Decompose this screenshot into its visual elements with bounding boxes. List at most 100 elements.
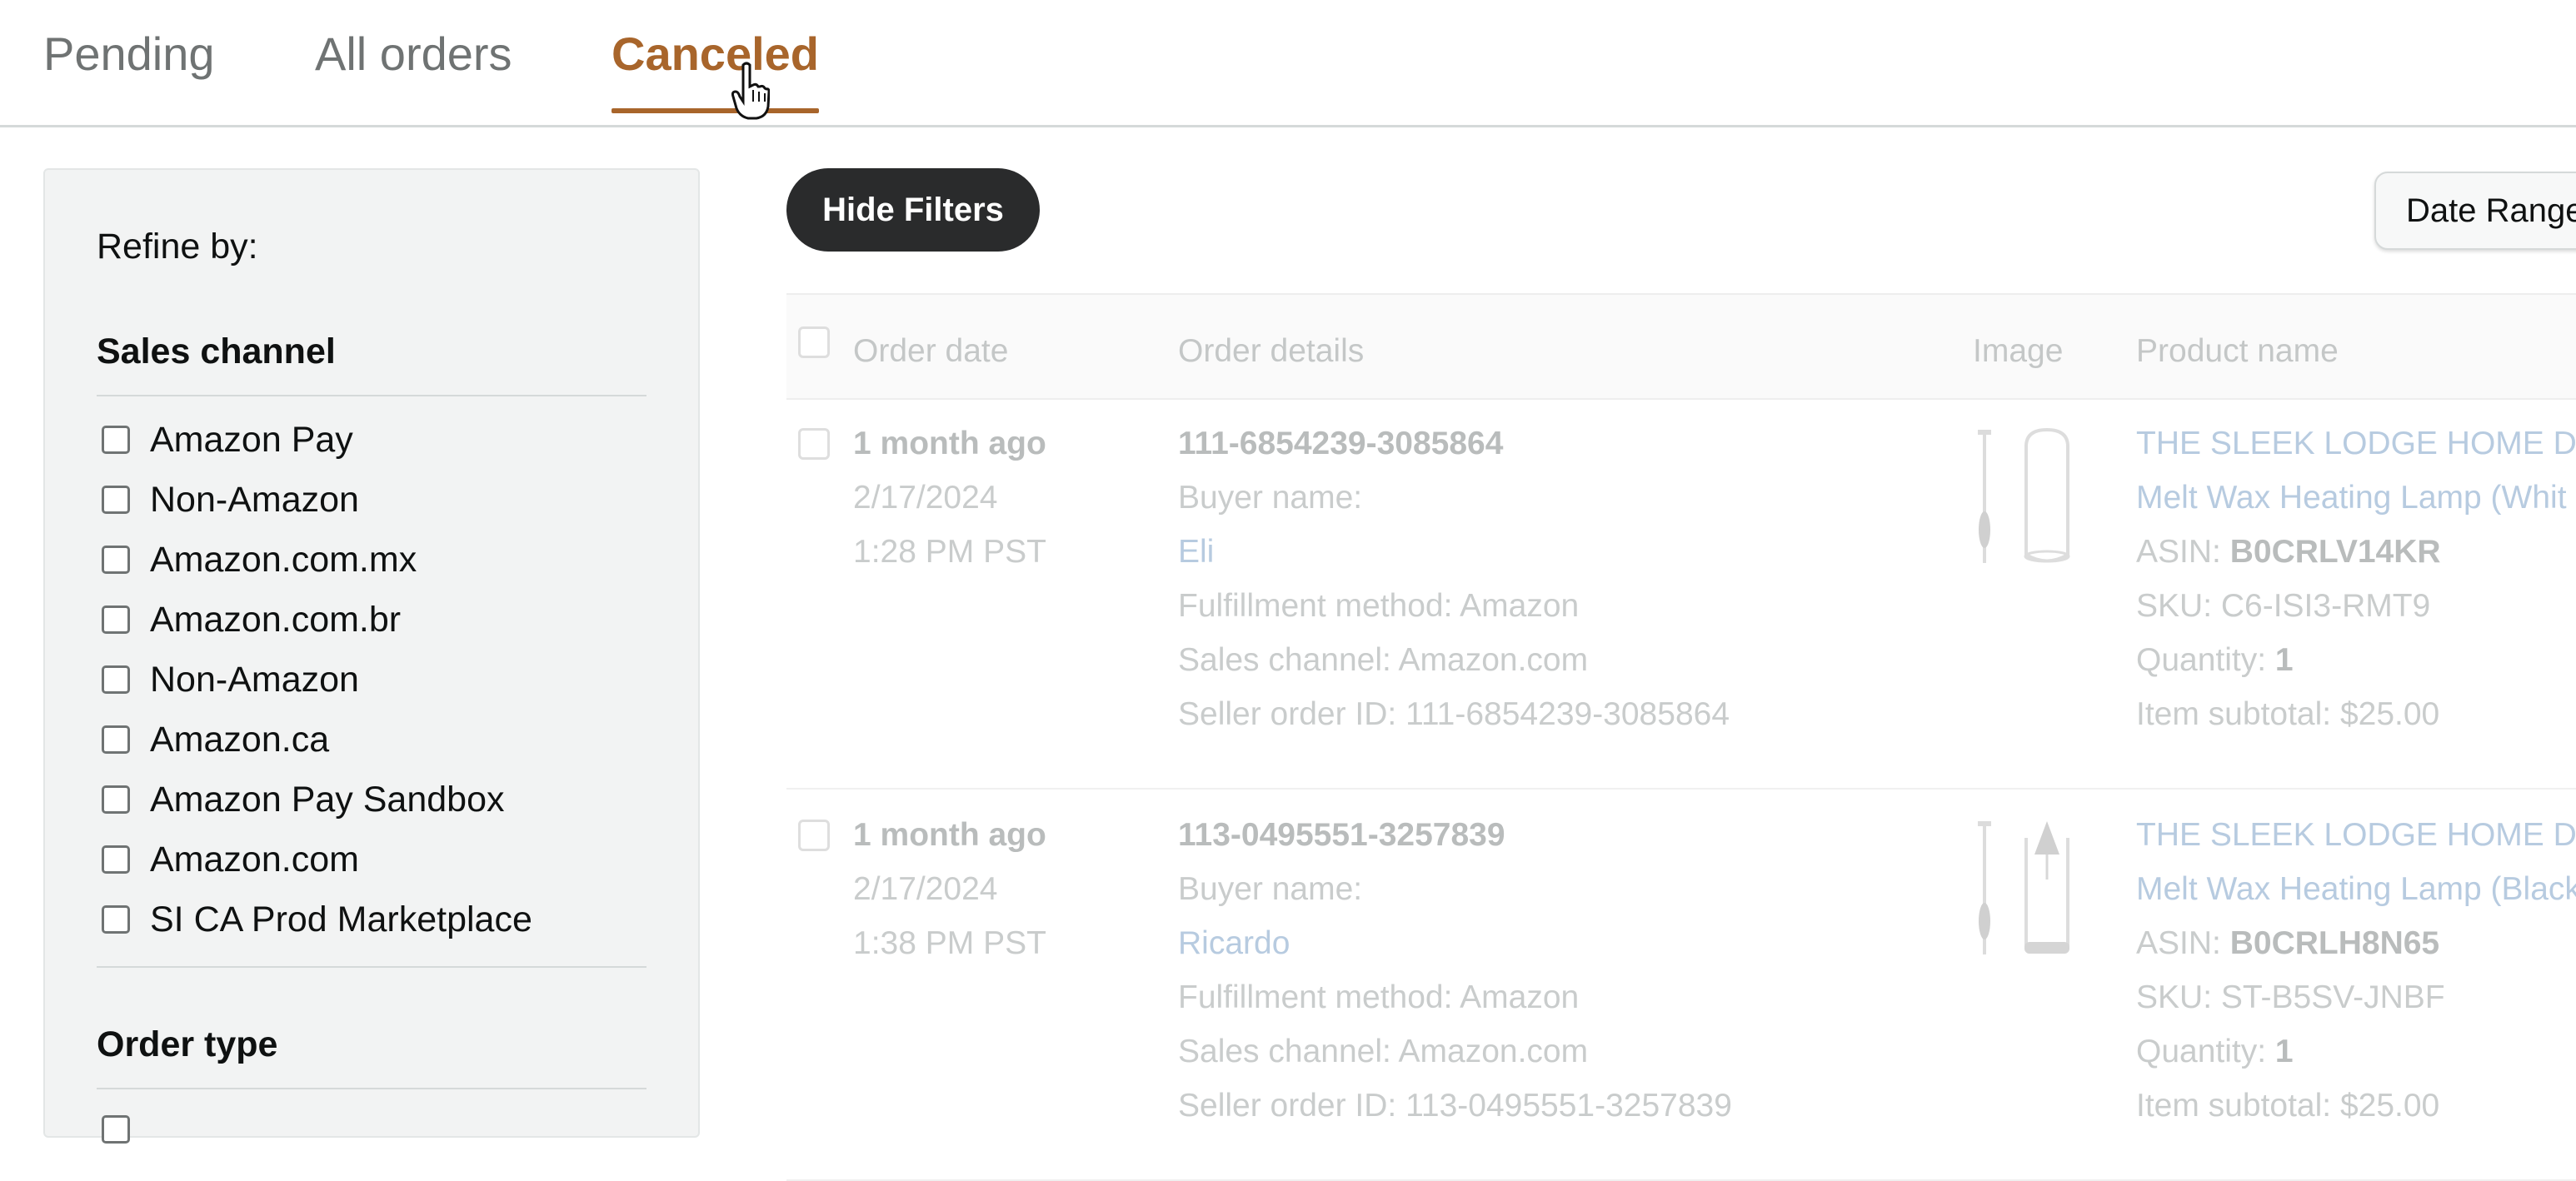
sales-channel: Sales channel: Amazon.com — [1178, 1034, 1589, 1069]
asin-label: ASIN: — [2136, 534, 2221, 570]
checkbox[interactable] — [102, 486, 130, 514]
order-id-link[interactable]: 113-0495551-3257839 — [1178, 808, 1732, 862]
sku: SKU: ST-B5SV-JNBF — [2136, 979, 2445, 1015]
buyer-name-link[interactable]: Eli — [1178, 525, 1730, 579]
product-title-link[interactable]: THE SLEEK LODGE HOME DEC — [2136, 416, 2576, 471]
asin-line: ASIN: B0CRLH8N65 — [2136, 916, 2576, 970]
filter-sidebar: Refine by: Sales channel Amazon Pay Non-… — [43, 168, 700, 1144]
filter-option-label: Amazon Pay Sandbox — [150, 779, 505, 820]
tab-all-orders[interactable]: All orders — [315, 25, 512, 108]
filter-option-amazon-com-mx[interactable]: Amazon.com.mx — [102, 535, 417, 585]
filter-option-label: Non-Amazon — [150, 659, 359, 700]
table-row: 1 month ago 2/17/2024 1:38 PM PST 113-04… — [786, 788, 2576, 1181]
divider — [97, 966, 646, 968]
sales-channel: Sales channel: Amazon.com — [1178, 642, 1589, 678]
fulfillment-method: Fulfillment method: Amazon — [1178, 979, 1580, 1015]
order-id-link[interactable]: 111-6854239-3085864 — [1178, 416, 1730, 471]
filter-option-amazon-com-br[interactable]: Amazon.com.br — [102, 595, 401, 645]
buyer-label: Buyer name: — [1178, 871, 1363, 907]
filter-option-label: SI CA Prod Marketplace — [150, 899, 532, 939]
filter-option-amazon-ca[interactable]: Amazon.ca — [102, 715, 329, 765]
quantity-line: Quantity: 1 — [2136, 1024, 2576, 1079]
select-all-checkbox[interactable] — [798, 326, 830, 358]
checkbox[interactable] — [102, 1115, 130, 1144]
column-header-order-details[interactable]: Order details — [1178, 333, 1364, 370]
table-row: 1 month ago 2/17/2024 1:28 PM PST 111-68… — [786, 396, 2576, 790]
checkbox[interactable] — [102, 785, 130, 814]
asin-value: B0CRLH8N65 — [2229, 925, 2440, 961]
order-details-cell: 113-0495551-3257839 Buyer name: Ricardo … — [1178, 808, 1732, 1133]
order-time: 1:28 PM PST — [853, 534, 1046, 570]
filter-option-label: Non-Amazon — [150, 479, 359, 520]
product-cell: THE SLEEK LODGE HOME DEC Melt Wax Heatin… — [2136, 808, 2576, 1133]
fulfillment-method: Fulfillment method: Amazon — [1178, 588, 1580, 624]
asin-line: ASIN: B0CRLV14KR — [2136, 525, 2576, 579]
checkbox[interactable] — [102, 845, 130, 874]
buyer-name-link[interactable]: Ricardo — [1178, 916, 1732, 970]
checkbox[interactable] — [102, 546, 130, 574]
filter-option-label: Amazon Pay — [150, 419, 353, 460]
table-header: Order date Order details Image Product n… — [786, 293, 2576, 400]
filter-option-amazon-com[interactable]: Amazon.com — [102, 835, 359, 885]
column-header-image: Image — [1973, 333, 2064, 369]
seller-order-id: Seller order ID: 111-6854239-3085864 — [1178, 696, 1730, 732]
quantity-value: 1 — [2274, 1034, 2294, 1069]
filter-option-amazon-pay-sandbox[interactable]: Amazon Pay Sandbox — [102, 775, 505, 825]
hide-filters-button[interactable]: Hide Filters — [786, 168, 1040, 252]
filter-option-order-type[interactable] — [102, 1104, 150, 1154]
order-type-heading: Order type — [97, 1024, 278, 1064]
column-header-product-name[interactable]: Product name — [2136, 333, 2339, 370]
product-subtitle[interactable]: Melt Wax Heating Lamp (Whit — [2136, 471, 2576, 525]
product-title-link[interactable]: THE SLEEK LODGE HOME DEC — [2136, 808, 2576, 862]
product-image[interactable] — [1959, 813, 2084, 979]
orders-table: Order date Order details Image Product n… — [786, 293, 2576, 1181]
quantity-value: 1 — [2274, 642, 2294, 678]
column-header-order-date[interactable]: Order date — [853, 333, 1008, 370]
quantity-label: Quantity: — [2136, 642, 2267, 678]
checkbox[interactable] — [102, 426, 130, 454]
sku: SKU: C6-ISI3-RMT9 — [2136, 588, 2431, 624]
checkbox[interactable] — [102, 725, 130, 754]
filter-option-label: Amazon.ca — [150, 719, 330, 760]
filter-option-label: Amazon.com.mx — [150, 539, 417, 580]
checkbox[interactable] — [102, 605, 130, 634]
filter-option-si-ca-prod-marketplace[interactable]: SI CA Prod Marketplace — [102, 894, 532, 944]
divider — [97, 1088, 646, 1089]
filter-option-non-amazon[interactable]: Non-Amazon — [102, 475, 359, 525]
item-subtotal: Item subtotal: $25.00 — [2136, 1088, 2440, 1124]
quantity-label: Quantity: — [2136, 1034, 2267, 1069]
order-date-cell: 1 month ago 2/17/2024 1:28 PM PST — [853, 416, 1046, 579]
order-date: 2/17/2024 — [853, 480, 998, 516]
filter-option-label: Amazon.com — [150, 839, 359, 880]
product-image[interactable] — [1959, 421, 2084, 588]
product-subtitle[interactable]: Melt Wax Heating Lamp (Black — [2136, 862, 2576, 916]
divider — [97, 395, 646, 396]
product-cell: THE SLEEK LODGE HOME DEC Melt Wax Heatin… — [2136, 416, 2576, 741]
hand-cursor-icon — [731, 62, 770, 120]
item-subtotal: Item subtotal: $25.00 — [2136, 696, 2440, 732]
order-date: 2/17/2024 — [853, 871, 998, 907]
checkbox[interactable] — [102, 665, 130, 694]
order-time: 1:38 PM PST — [853, 925, 1046, 961]
tab-canceled[interactable]: Canceled — [612, 25, 819, 113]
filter-option-non-amazon-2[interactable]: Non-Amazon — [102, 655, 359, 705]
order-tabs: Pending All orders Canceled — [0, 0, 2576, 127]
date-range-button[interactable]: Date Range — [2374, 172, 2576, 250]
row-checkbox[interactable] — [798, 820, 830, 851]
seller-order-id: Seller order ID: 113-0495551-3257839 — [1178, 1088, 1732, 1124]
relative-date: 1 month ago — [853, 817, 1046, 853]
filter-option-label: Amazon.com.br — [150, 599, 402, 640]
order-date-cell: 1 month ago 2/17/2024 1:38 PM PST — [853, 808, 1046, 970]
asin-label: ASIN: — [2136, 925, 2221, 961]
row-checkbox[interactable] — [798, 428, 830, 460]
order-details-cell: 111-6854239-3085864 Buyer name: Eli Fulf… — [1178, 416, 1730, 741]
tab-pending[interactable]: Pending — [43, 25, 215, 108]
checkbox[interactable] — [102, 905, 130, 934]
sales-channel-heading: Sales channel — [97, 331, 336, 371]
quantity-line: Quantity: 1 — [2136, 633, 2576, 687]
buyer-label: Buyer name: — [1178, 480, 1363, 516]
asin-value: B0CRLV14KR — [2229, 534, 2441, 570]
refine-by-label: Refine by: — [97, 227, 258, 267]
filter-option-amazon-pay[interactable]: Amazon Pay — [102, 415, 353, 465]
relative-date: 1 month ago — [853, 426, 1046, 461]
